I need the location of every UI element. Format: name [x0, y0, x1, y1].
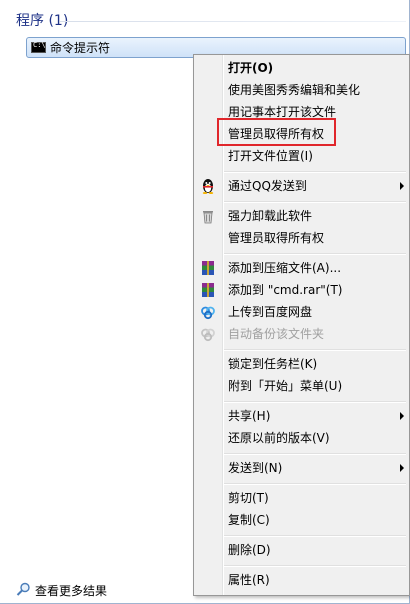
menu-item-copy[interactable]: 复制(C) — [228, 511, 270, 529]
menu-item-open[interactable]: 打开(O) — [228, 59, 273, 77]
menu-separator — [224, 565, 406, 567]
winrar-icon — [202, 283, 214, 297]
winrar-icon — [202, 261, 214, 275]
menu-separator — [224, 171, 406, 173]
menu-item-send-via-qq[interactable]: 通过QQ发送到 — [228, 177, 307, 195]
menu-separator — [224, 401, 406, 403]
menu-item-share[interactable]: 共享(H) — [228, 407, 270, 425]
section-title-programs: 程序 (1) — [16, 13, 69, 29]
menu-item-cut[interactable]: 剪切(T) — [228, 489, 269, 507]
search-result-label: 命令提示符 — [50, 41, 111, 55]
menu-item-pin-taskbar[interactable]: 锁定到任务栏(K) — [228, 355, 317, 373]
menu-item-delete[interactable]: 删除(D) — [228, 541, 271, 559]
menu-item-force-uninstall[interactable]: 强力卸载此软件 — [228, 207, 312, 225]
trash-bin-icon — [203, 211, 213, 224]
submenu-arrow-icon — [400, 464, 404, 472]
menu-item-pin-start-menu[interactable]: 附到「开始」菜单(U) — [228, 377, 342, 395]
search-icon — [16, 582, 30, 596]
menu-item-upload-baidu[interactable]: 上传到百度网盘 — [228, 303, 312, 321]
menu-item-meitu-edit[interactable]: 使用美图秀秀编辑和美化 — [228, 81, 360, 99]
section-divider — [60, 21, 406, 22]
menu-separator — [224, 253, 406, 255]
menu-item-properties[interactable]: 属性(R) — [228, 571, 270, 589]
menu-item-open-location[interactable]: 打开文件位置(I) — [228, 147, 313, 165]
menu-separator — [224, 453, 406, 455]
submenu-arrow-icon — [400, 412, 404, 420]
baidu-backup-icon — [201, 328, 215, 342]
menu-item-add-to-cmd-rar[interactable]: 添加到 "cmd.rar"(T) — [228, 281, 343, 299]
menu-item-take-ownership-admin[interactable]: 管理员取得所有权 — [228, 229, 324, 247]
menu-separator — [224, 535, 406, 537]
menu-separator — [224, 201, 406, 203]
menu-item-restore-versions[interactable]: 还原以前的版本(V) — [228, 429, 330, 447]
menu-item-add-to-archive[interactable]: 添加到压缩文件(A)... — [228, 259, 341, 277]
menu-item-auto-backup: 自动备份该文件夹 — [228, 327, 325, 341]
see-more-results-label: 查看更多结果 — [35, 584, 108, 598]
highlight-annotation — [217, 118, 336, 146]
baidu-netdisk-icon — [201, 306, 215, 320]
cmd-icon: C:\ — [31, 41, 46, 53]
qq-penguin-icon — [202, 179, 214, 194]
menu-separator — [224, 349, 406, 351]
submenu-arrow-icon — [400, 182, 404, 190]
menu-item-send-to[interactable]: 发送到(N) — [228, 459, 282, 477]
menu-separator — [224, 483, 406, 485]
